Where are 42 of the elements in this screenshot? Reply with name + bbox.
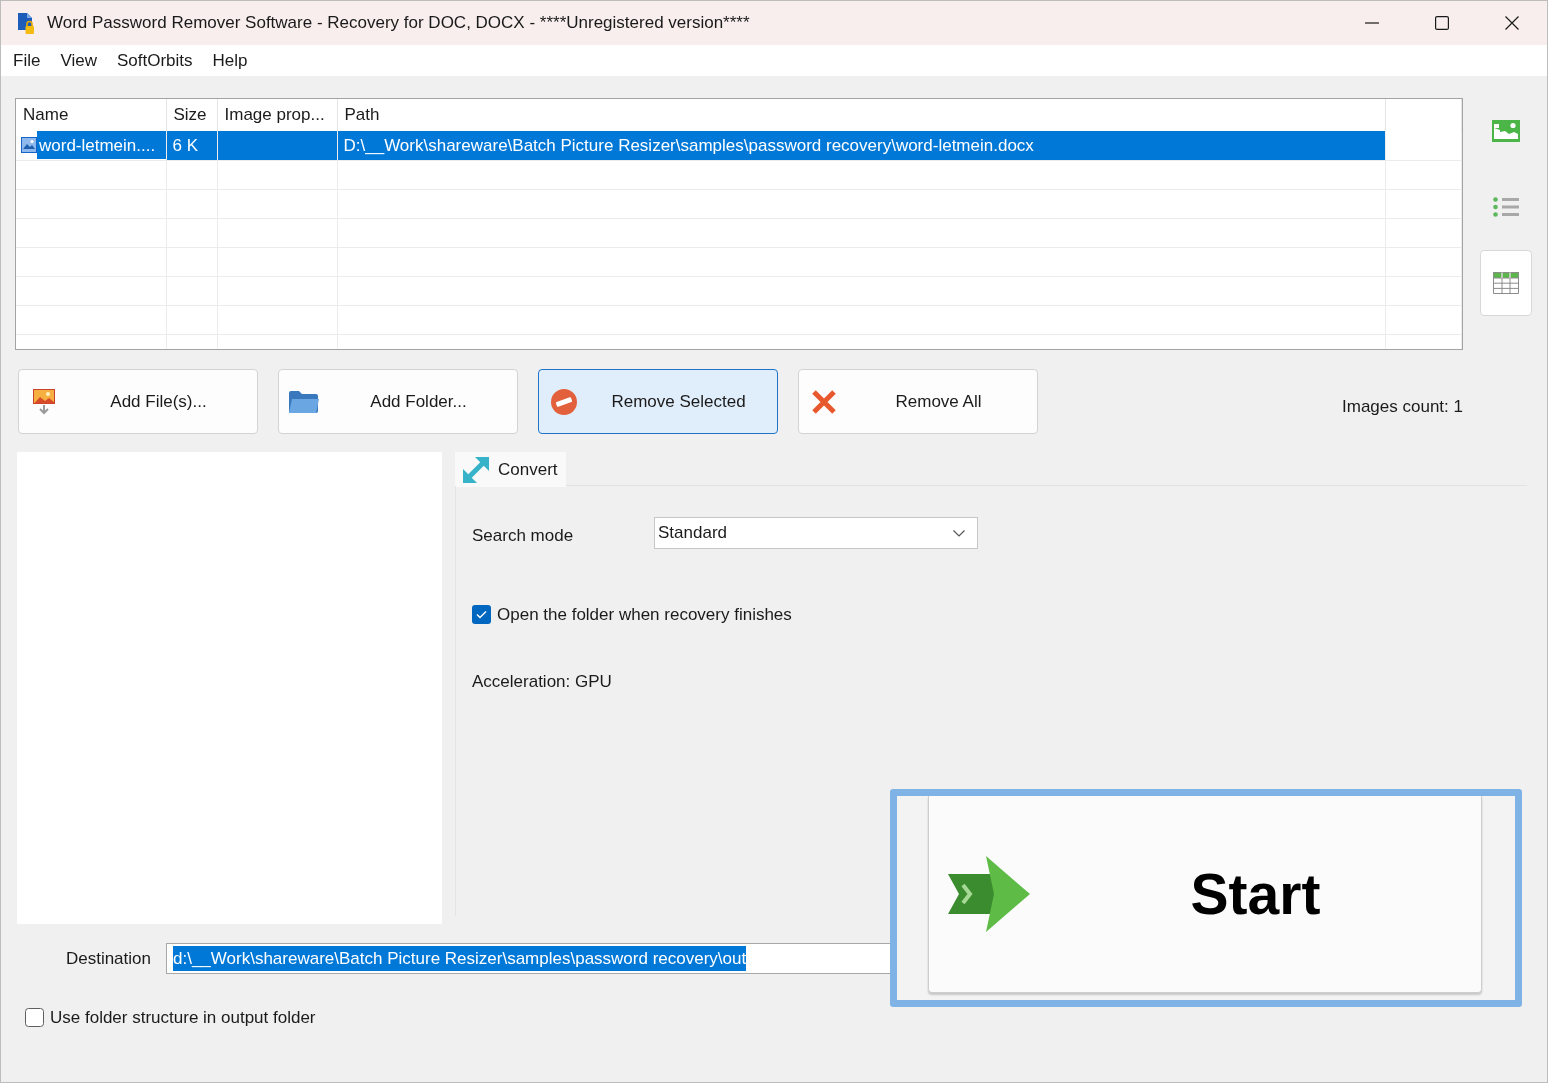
x-mark-icon xyxy=(812,389,836,414)
no-entry-icon xyxy=(551,388,577,415)
search-mode-dropdown[interactable]: Standard xyxy=(654,517,978,549)
checkbox[interactable] xyxy=(472,605,491,624)
file-row[interactable]: word-letmein.... 6 K D:\__Work\shareware\Batch Picture Resizer\samples\password recovery\word-letmein.docx xyxy=(16,131,1462,160)
checkbox-label: Open the folder when recovery finishes xyxy=(497,603,792,626)
close-icon xyxy=(1505,16,1519,30)
folder-icon xyxy=(289,390,319,413)
table-icon xyxy=(1492,272,1519,294)
file-list[interactable]: Name Size Image prop... Path word-letmein.... 6 K D:\__Work\shareware\Batch Picture Resizer\samples\password recovery\word-letmein.docx xyxy=(15,98,1463,350)
image-icon xyxy=(1491,120,1520,142)
checkbox-label: Use folder structure in output folder xyxy=(50,1006,316,1029)
diagonal-arrows-icon xyxy=(463,456,489,483)
chevron-down-icon xyxy=(953,529,965,537)
destination-field[interactable]: d:\__Work\shareware\Batch Picture Resizer\samples\password recovery\out xyxy=(166,943,891,974)
acceleration-text: Acceleration: GPU xyxy=(472,671,612,693)
menu-item[interactable]: SoftOrbits xyxy=(106,49,203,72)
table-cell: 6 K xyxy=(166,131,217,160)
remove-selected-button[interactable]: Remove Selected xyxy=(538,369,778,434)
image-file-icon xyxy=(21,137,37,154)
list-icon xyxy=(1492,197,1519,217)
menu-item[interactable]: View xyxy=(50,49,107,72)
menu-item[interactable]: Help xyxy=(202,49,258,72)
window-title: Word Password Remover Software - Recovery for DOC, DOCX - ****Unregistered version**** xyxy=(47,12,750,35)
remove-all-button[interactable]: Remove All xyxy=(798,369,1038,434)
table-cell: word-letmein.... xyxy=(37,131,166,160)
destination-label: Destination xyxy=(64,947,151,970)
add-folder-button[interactable]: Add Folder... xyxy=(278,369,518,434)
images-count: Images count: 1 xyxy=(1342,395,1463,418)
table-cell: D:\__Work\shareware\Batch Picture Resizer\samples\password recovery\word-letmein.docx xyxy=(337,131,1385,160)
minimize-icon xyxy=(1365,22,1379,24)
menu-item[interactable]: File xyxy=(3,49,51,72)
arrow-icon xyxy=(948,856,1030,932)
view-button[interactable] xyxy=(1479,250,1532,316)
search-mode-label: Search mode xyxy=(472,525,575,548)
add-files-button[interactable]: Add File(s)... xyxy=(18,369,258,434)
checkbox[interactable] xyxy=(25,1008,44,1027)
start-button[interactable]: Start xyxy=(890,789,1522,1007)
maximize-icon xyxy=(1435,16,1449,30)
tab[interactable]: Convert xyxy=(455,452,566,487)
app-icon xyxy=(17,12,34,34)
image-arrow-icon xyxy=(33,388,55,415)
